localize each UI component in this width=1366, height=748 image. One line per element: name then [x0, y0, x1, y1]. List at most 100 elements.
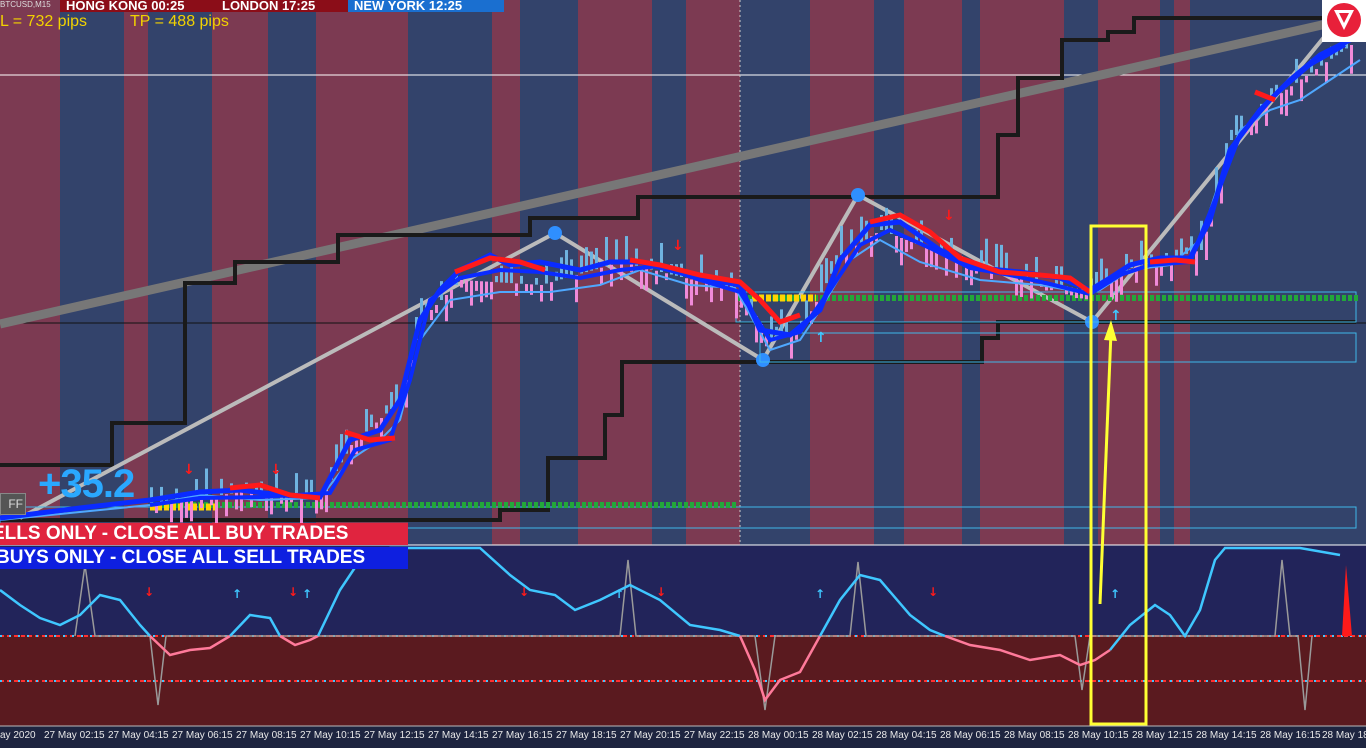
svg-text:↑: ↑	[302, 587, 312, 601]
clock-hongkong: HONG KONG 00:25	[60, 0, 222, 12]
sell-only-banner: ELLS ONLY - CLOSE ALL BUY TRADES	[0, 523, 408, 545]
svg-text:↓: ↓	[183, 462, 195, 478]
svg-text:↑: ↑	[815, 330, 827, 346]
candle	[695, 280, 698, 296]
svg-text:↓: ↓	[144, 585, 154, 599]
session-band	[874, 0, 904, 545]
svg-text:↓: ↓	[519, 585, 529, 599]
svg-text:↑: ↑	[614, 587, 624, 601]
session-band	[1190, 0, 1366, 545]
candle	[465, 280, 468, 292]
candle	[565, 250, 568, 278]
time-axis-label: 27 May 14:15	[428, 730, 489, 741]
time-axis-label: 28 May 14:15	[1196, 730, 1257, 741]
time-axis-label: 27 May 16:15	[492, 730, 553, 741]
candle	[190, 499, 193, 522]
candle	[690, 279, 693, 306]
candle	[1230, 129, 1233, 140]
price-chart[interactable]: ↓ ↓ ↓ ↓ ↑ ↑ ↓ ↓ ↓ ↓ ↓ ↑ ↑ ↑ ↑ ↑	[0, 0, 1366, 748]
candle	[390, 392, 393, 409]
candle	[1350, 45, 1353, 74]
candle	[365, 409, 368, 432]
candle	[170, 502, 173, 523]
time-axis-label: 28 May 00:15	[748, 730, 809, 741]
candle	[1180, 238, 1183, 256]
candle	[295, 473, 298, 496]
candle	[515, 283, 518, 296]
svg-text:↑: ↑	[815, 587, 825, 601]
candle	[1195, 251, 1198, 276]
candle	[300, 495, 303, 525]
candle	[530, 284, 533, 295]
candle	[445, 295, 448, 322]
svg-text:↓: ↓	[672, 238, 684, 254]
candle	[705, 283, 708, 292]
candle	[520, 275, 523, 284]
time-axis-label: 28 May 08:15	[1004, 730, 1065, 741]
svg-text:↓: ↓	[288, 585, 298, 599]
candle	[460, 280, 463, 288]
candle	[625, 236, 628, 264]
session-band	[740, 0, 810, 545]
svg-text:↓: ↓	[270, 462, 282, 478]
candle	[825, 258, 828, 284]
candle	[370, 414, 373, 427]
time-axis-label: 28 May 02:15	[812, 730, 873, 741]
time-axis-label: 28 May 18	[1322, 730, 1366, 741]
candle	[770, 316, 773, 340]
candle	[1280, 93, 1283, 115]
candle	[1175, 249, 1178, 257]
buy-only-banner: BUYS ONLY - CLOSE ALL SELL TRADES	[0, 547, 408, 569]
svg-text:↑: ↑	[1110, 587, 1120, 601]
candle	[1235, 115, 1238, 135]
profit-value: +35.2	[38, 462, 135, 506]
time-axis-label: 28 May 06:15	[940, 730, 1001, 741]
candle	[905, 240, 908, 252]
candle	[820, 264, 823, 293]
time-axis-label: 28 May 16:15	[1260, 730, 1321, 741]
time-axis-label: 27 May 10:15	[300, 730, 361, 741]
candle	[1305, 75, 1308, 83]
candle	[1000, 244, 1003, 272]
time-axis-label: 28 May 04:15	[876, 730, 937, 741]
stop-loss-label: L = 732 pips	[0, 13, 88, 30]
time-axis-label: 27 May 20:15	[620, 730, 681, 741]
time-axis-label: 27 May 22:15	[684, 730, 745, 741]
time-axis-label: 27 May 18:15	[556, 730, 617, 741]
candle	[430, 310, 433, 321]
svg-text:↓: ↓	[928, 585, 938, 599]
svg-text:↓: ↓	[656, 585, 666, 599]
clock-london: LONDON 17:25	[216, 0, 354, 12]
svg-text:↑: ↑	[232, 587, 242, 601]
candle	[540, 285, 543, 302]
candle	[385, 405, 388, 414]
candle	[830, 261, 833, 274]
time-axis-label: 28 May 12:15	[1132, 730, 1193, 741]
candle	[480, 281, 483, 303]
session-band	[1174, 0, 1190, 545]
candle	[610, 264, 613, 287]
brand-logo-icon	[1322, 0, 1366, 42]
candle	[375, 422, 378, 429]
candle	[495, 275, 498, 283]
candle	[655, 270, 658, 285]
candle	[240, 492, 243, 512]
candle	[470, 280, 473, 306]
candle	[475, 280, 478, 291]
symbol-label: BTCUSD,M15	[0, 0, 51, 9]
candle	[525, 284, 528, 293]
ma-red-seg-6	[1149, 257, 1196, 265]
candle	[735, 290, 738, 319]
candle	[1205, 231, 1208, 260]
candle	[160, 486, 163, 504]
svg-text:↑: ↑	[1110, 308, 1122, 324]
candle	[180, 500, 183, 523]
time-axis-label: 28 May 10:15	[1068, 730, 1129, 741]
time-axis-label: 27 May 12:15	[364, 730, 425, 741]
ff-button[interactable]: FF	[0, 493, 26, 515]
time-axis-label: 27 May 04:15	[108, 730, 169, 741]
candle	[490, 281, 493, 300]
svg-text:↓: ↓	[943, 208, 955, 224]
take-profit-label: TP = 488 pips	[130, 13, 229, 30]
candle	[185, 499, 188, 518]
